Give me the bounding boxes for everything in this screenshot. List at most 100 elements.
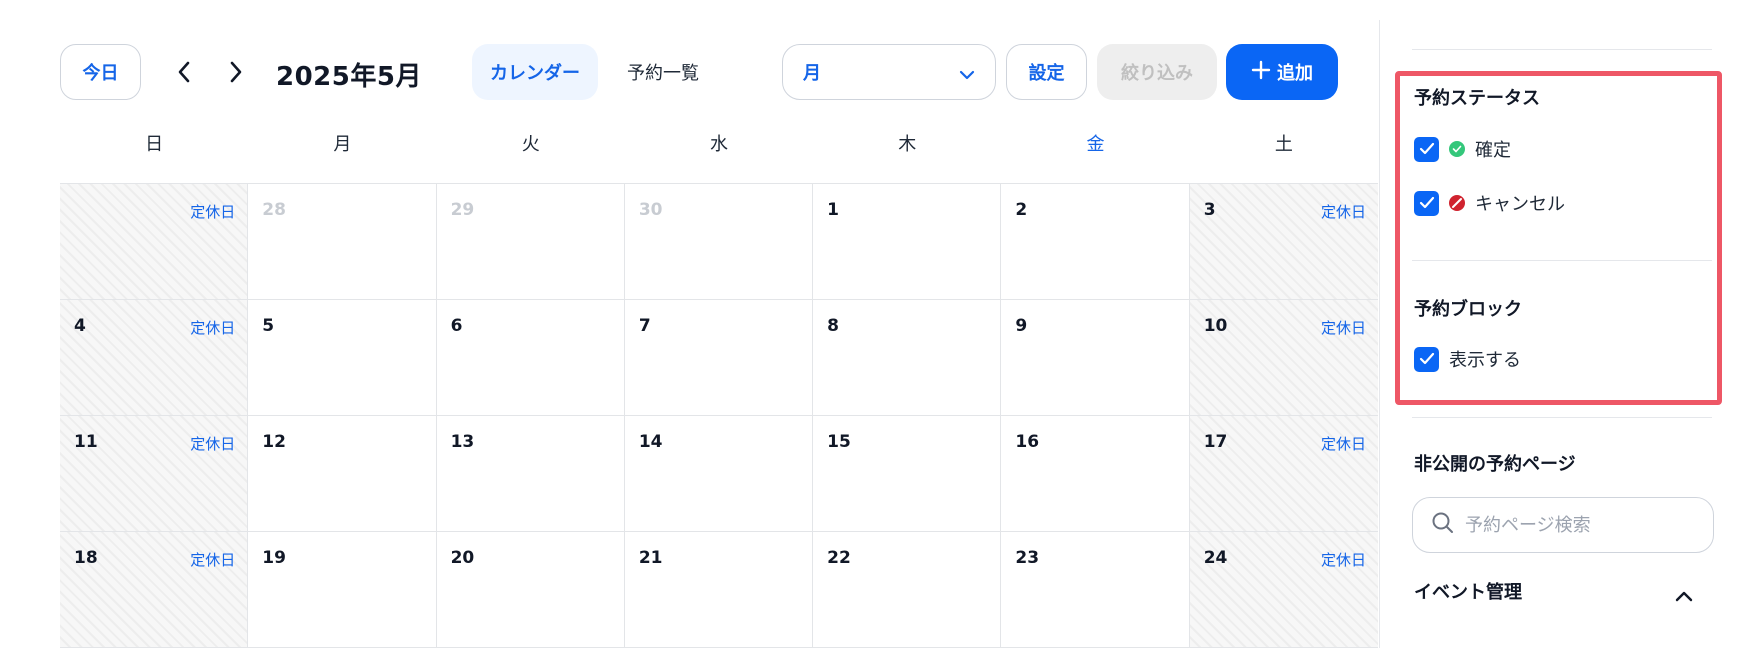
day-number: 7	[638, 316, 651, 336]
day-number: 2	[1015, 200, 1028, 220]
weekday-tue: 火	[521, 134, 540, 155]
private-pages-title: 非公開の予約ページ	[1414, 454, 1576, 475]
day-cell[interactable]: 21	[625, 532, 814, 647]
day-cell[interactable]: 14	[625, 416, 814, 531]
page-search-input[interactable]	[1465, 514, 1685, 536]
plus-icon	[1251, 60, 1271, 85]
day-number: 15	[827, 432, 851, 452]
day-cell[interactable]: 29	[437, 184, 625, 299]
day-cell[interactable]: 22	[813, 532, 1002, 647]
day-number: 21	[638, 548, 663, 568]
day-cell[interactable]: 30	[625, 184, 814, 299]
day-cell[interactable]: 2	[1001, 184, 1190, 299]
day-number: 3	[1203, 200, 1216, 220]
day-cell[interactable]: 定休日	[60, 184, 249, 299]
chevron-down-icon	[959, 65, 975, 86]
day-number: 13	[450, 432, 475, 452]
prev-month-icon[interactable]	[170, 58, 198, 86]
add-button[interactable]: 追加	[1226, 44, 1338, 100]
day-cell[interactable]: 6	[437, 300, 625, 415]
today-button[interactable]: 今日	[60, 44, 141, 100]
weekday-header: 日 月 火 水 木 金 土	[60, 130, 1378, 160]
day-cell[interactable]: 7	[625, 300, 814, 415]
day-number: 14	[638, 432, 663, 452]
checkbox-checked-icon[interactable]	[1414, 190, 1439, 216]
holiday-label: 定休日	[190, 203, 236, 221]
checkbox-checked-icon[interactable]	[1414, 136, 1439, 162]
status-cancel-label: キャンセル	[1475, 194, 1565, 215]
block-show-checkbox[interactable]: 表示する	[1414, 346, 1521, 372]
day-cell[interactable]: 12	[248, 416, 437, 531]
view-mode-select[interactable]: 月	[782, 44, 996, 100]
day-cell[interactable]: 20	[437, 532, 625, 647]
tab-calendar[interactable]: カレンダー	[472, 44, 598, 100]
day-cell[interactable]: 24 定休日	[1189, 532, 1378, 647]
day-number: 1	[827, 200, 839, 220]
divider	[1412, 260, 1712, 261]
checkbox-checked-icon[interactable]	[1414, 346, 1439, 372]
day-cell[interactable]: 10 定休日	[1189, 300, 1378, 415]
settings-button[interactable]: 設定	[1006, 44, 1087, 100]
holiday-label: 定休日	[190, 551, 236, 569]
day-cell[interactable]: 15	[813, 416, 1002, 531]
weekday-sat: 土	[1274, 134, 1293, 155]
event-mgmt-title: イベント管理	[1414, 582, 1522, 603]
weekday-fri: 金	[1086, 134, 1105, 155]
day-number: 29	[450, 200, 475, 220]
day-number: 9	[1015, 316, 1028, 336]
day-cell[interactable]: 9	[1001, 300, 1190, 415]
day-number: 20	[450, 548, 475, 568]
divider	[1412, 49, 1712, 50]
holiday-label: 定休日	[1320, 203, 1366, 221]
day-cell[interactable]: 23	[1001, 532, 1190, 647]
day-number: 18	[74, 548, 98, 568]
holiday-label: 定休日	[190, 435, 236, 453]
weekday-thu: 木	[898, 134, 917, 155]
day-cell[interactable]: 1	[813, 184, 1002, 299]
page-search-field[interactable]	[1412, 497, 1714, 553]
day-cell[interactable]: 13	[437, 416, 625, 531]
next-month-icon[interactable]	[222, 58, 250, 86]
block-show-label: 表示する	[1449, 350, 1521, 371]
week-row: 18 定休日 19 20 21 22 23 24 定休日	[60, 532, 1378, 648]
status-section-title: 予約ステータス	[1414, 88, 1540, 109]
calendar-main: 今日 2025年5月 カレンダー 予約一覧 月 設定 絞り込み 追加 日 月 火	[0, 0, 1380, 648]
day-cell[interactable]: 8	[813, 300, 1002, 415]
month-title: 2025年5月	[276, 62, 422, 92]
holiday-label: 定休日	[1320, 435, 1366, 453]
search-icon	[1431, 511, 1455, 539]
status-confirmed-checkbox[interactable]: 確定	[1414, 136, 1511, 162]
day-number: 6	[450, 316, 463, 336]
holiday-label: 定休日	[1320, 319, 1366, 337]
add-button-label: 追加	[1277, 63, 1313, 84]
holiday-label: 定休日	[190, 319, 236, 337]
week-row: 4 定休日 5 6 7 8 9 10 定休日	[60, 300, 1378, 416]
day-number: 12	[262, 432, 286, 452]
day-number: 28	[262, 200, 286, 220]
day-cell[interactable]: 11 定休日	[60, 416, 249, 531]
day-cell[interactable]: 3 定休日	[1189, 184, 1378, 299]
day-number: 11	[74, 432, 98, 452]
chevron-up-icon[interactable]	[1672, 584, 1696, 608]
tab-reservation-list[interactable]: 予約一覧	[608, 44, 718, 100]
weekday-mon: 月	[333, 134, 352, 155]
day-number: 5	[262, 316, 275, 336]
day-cell[interactable]: 5	[248, 300, 437, 415]
confirmed-status-icon	[1449, 141, 1465, 157]
day-cell[interactable]: 16	[1001, 416, 1190, 531]
status-confirmed-label: 確定	[1475, 140, 1511, 161]
day-cell[interactable]: 28	[248, 184, 437, 299]
day-number: 23	[1015, 548, 1040, 568]
filter-button[interactable]: 絞り込み	[1097, 44, 1217, 100]
day-cell[interactable]: 18 定休日	[60, 532, 249, 647]
filter-sidebar: 予約ステータス 確定 キャンセル 予約ブロック 表示する 非公開の予約ページ 予…	[1380, 0, 1758, 648]
status-cancel-checkbox[interactable]: キャンセル	[1414, 190, 1565, 216]
day-cell[interactable]: 19	[248, 532, 437, 647]
day-cell[interactable]: 4 定休日	[60, 300, 249, 415]
weekday-wed: 水	[709, 134, 728, 155]
cancel-status-icon	[1449, 195, 1465, 211]
day-cell[interactable]: 17 定休日	[1189, 416, 1378, 531]
weekday-sun: 日	[145, 134, 164, 155]
week-row: 定休日 28 29 30 1 2 3 定休日	[60, 184, 1378, 300]
holiday-label: 定休日	[1320, 551, 1366, 569]
